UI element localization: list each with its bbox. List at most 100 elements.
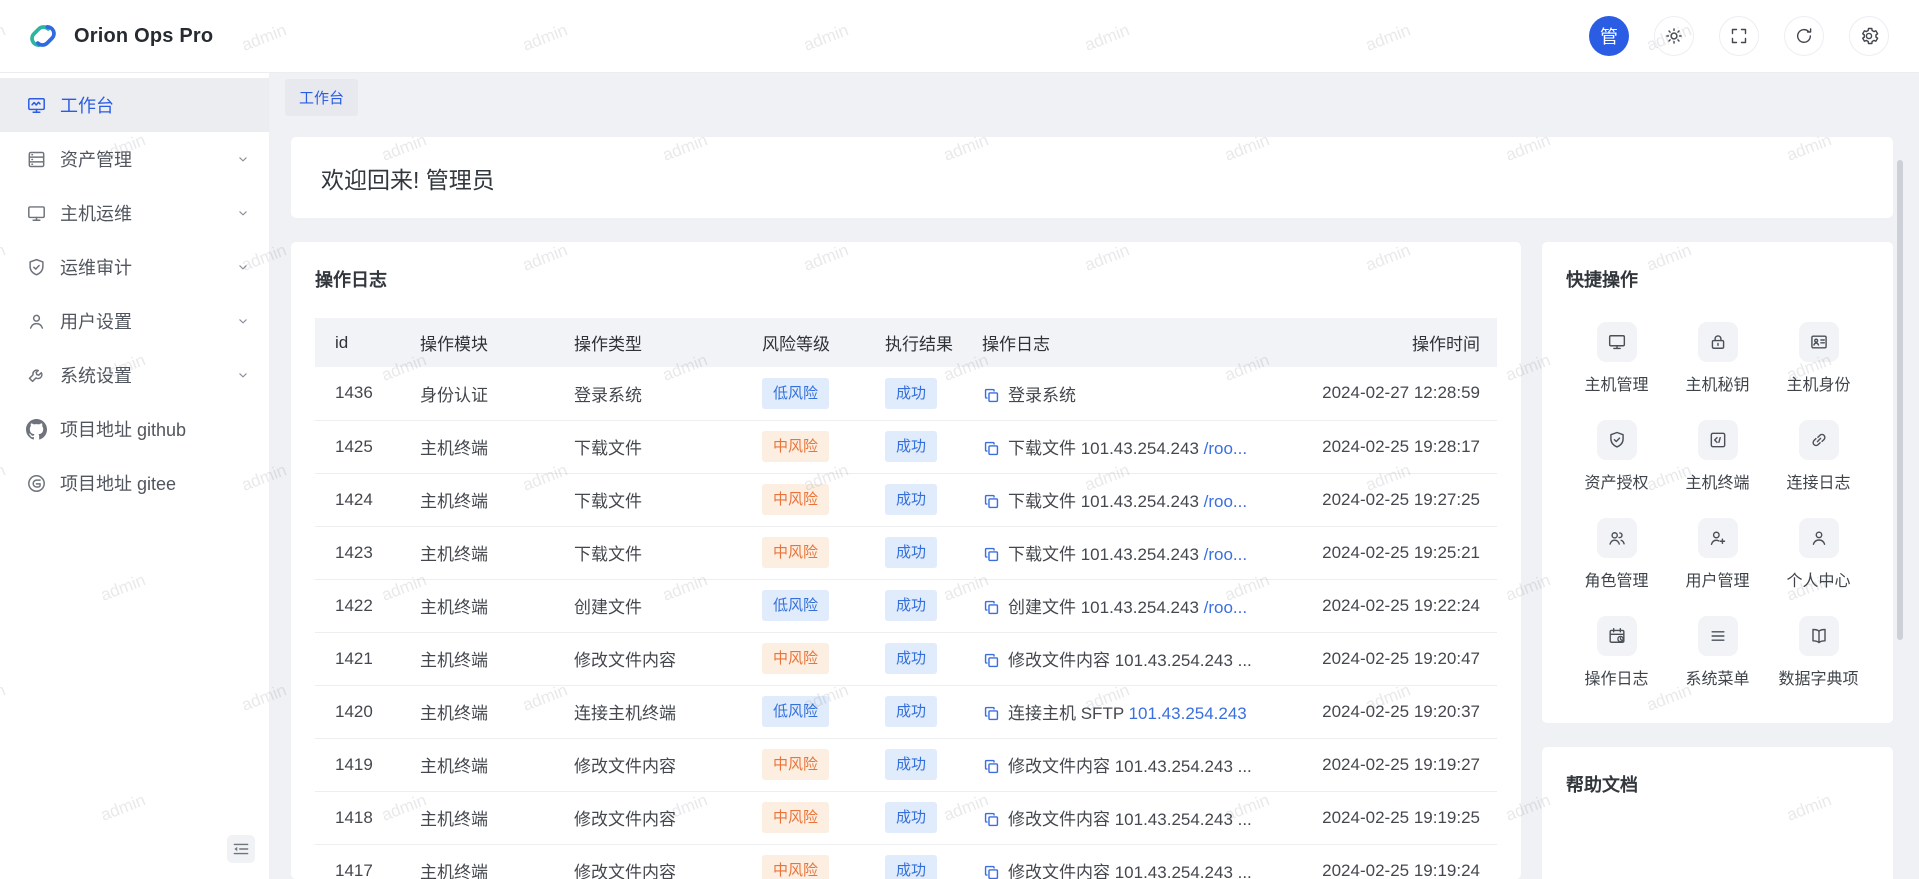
log-link[interactable]: 101.43.254.243 bbox=[1129, 704, 1247, 723]
quick-action-host-terminal[interactable]: 主机终端 bbox=[1667, 420, 1768, 493]
risk-badge: 低风险 bbox=[762, 590, 829, 621]
quick-action-operation-log[interactable]: 操作日志 bbox=[1566, 616, 1667, 689]
cell-module: 主机终端 bbox=[400, 579, 554, 632]
operation-log-title: 操作日志 bbox=[315, 266, 1497, 292]
quick-actions-title: 快捷操作 bbox=[1566, 266, 1869, 292]
cell-type: 下载文件 bbox=[554, 473, 742, 526]
log-text: 连接主机 SFTP bbox=[1008, 704, 1129, 723]
menu-lines-icon bbox=[1708, 626, 1728, 646]
result-badge: 成功 bbox=[885, 484, 937, 515]
cell-result: 成功 bbox=[865, 579, 962, 632]
quick-action-user-manage[interactable]: 用户管理 bbox=[1667, 518, 1768, 591]
sidebar-item-audit[interactable]: 运维审计 bbox=[0, 240, 269, 294]
terminal-icon bbox=[1708, 430, 1728, 450]
copy-icon[interactable] bbox=[982, 863, 1001, 879]
quick-action-profile-center[interactable]: 个人中心 bbox=[1768, 518, 1869, 591]
copy-icon[interactable] bbox=[982, 810, 1001, 829]
cell-type: 登录系统 bbox=[554, 367, 742, 420]
log-link[interactable]: /roo... bbox=[1204, 492, 1247, 511]
cell-risk: 中风险 bbox=[742, 738, 865, 791]
quick-action-host-manage[interactable]: 主机管理 bbox=[1566, 322, 1667, 395]
app-logo[interactable]: Orion Ops Pro bbox=[26, 19, 213, 53]
sidebar-item-gitee[interactable]: 项目地址 gitee bbox=[0, 456, 269, 510]
header-action-theme-toggle[interactable] bbox=[1654, 16, 1694, 56]
table-row: 1418 主机终端 修改文件内容 中风险 成功 修改文件内容 101.43.25… bbox=[315, 791, 1497, 844]
column-header: 执行结果 bbox=[865, 318, 962, 367]
help-docs-title: 帮助文档 bbox=[1566, 771, 1869, 797]
sidebar-item-assets[interactable]: 资产管理 bbox=[0, 132, 269, 186]
sidebar-item-workbench[interactable]: 工作台 bbox=[0, 78, 269, 132]
cell-log: 下载文件 101.43.254.243 /roo... bbox=[962, 420, 1302, 473]
copy-icon[interactable] bbox=[982, 704, 1001, 723]
cell-id: 1419 bbox=[315, 738, 400, 791]
header-action-settings[interactable] bbox=[1849, 16, 1889, 56]
result-badge: 成功 bbox=[885, 537, 937, 568]
log-text: 修改文件内容 101.43.254.243 ... bbox=[1008, 863, 1252, 879]
table-row: 1422 主机终端 创建文件 低风险 成功 创建文件 101.43.254.24… bbox=[315, 579, 1497, 632]
cell-time: 2024-02-25 19:27:25 bbox=[1302, 473, 1497, 526]
copy-icon[interactable] bbox=[982, 651, 1001, 670]
cell-result: 成功 bbox=[865, 526, 962, 579]
copy-icon[interactable] bbox=[982, 545, 1001, 564]
risk-badge: 中风险 bbox=[762, 643, 829, 674]
quick-action-asset-auth[interactable]: 资产授权 bbox=[1566, 420, 1667, 493]
quick-action-host-identity[interactable]: 主机身份 bbox=[1768, 322, 1869, 395]
cell-id: 1424 bbox=[315, 473, 400, 526]
column-header: id bbox=[315, 318, 400, 367]
table-row: 1417 主机终端 修改文件内容 中风险 成功 修改文件内容 101.43.25… bbox=[315, 844, 1497, 879]
breadcrumb[interactable]: 工作台 bbox=[285, 79, 358, 116]
column-header: 操作模块 bbox=[400, 318, 554, 367]
cell-risk: 中风险 bbox=[742, 526, 865, 579]
cell-module: 身份认证 bbox=[400, 367, 554, 420]
log-text: 修改文件内容 101.43.254.243 ... bbox=[1008, 651, 1252, 670]
sidebar-item-system-settings[interactable]: 系统设置 bbox=[0, 348, 269, 402]
sidebar-item-user-settings[interactable]: 用户设置 bbox=[0, 294, 269, 348]
header-action-fullscreen[interactable] bbox=[1719, 16, 1759, 56]
monitor-icon bbox=[26, 203, 47, 224]
quick-action-host-key[interactable]: 主机秘钥 bbox=[1667, 322, 1768, 395]
cell-result: 成功 bbox=[865, 420, 962, 473]
table-header-row: id操作模块操作类型风险等级执行结果操作日志操作时间 bbox=[315, 318, 1497, 367]
gitee-icon bbox=[26, 473, 47, 494]
log-link[interactable]: /roo... bbox=[1204, 598, 1247, 617]
sidebar-item-host-ops[interactable]: 主机运维 bbox=[0, 186, 269, 240]
copy-icon[interactable] bbox=[982, 757, 1001, 776]
cell-id: 1420 bbox=[315, 685, 400, 738]
copy-icon[interactable] bbox=[982, 598, 1001, 617]
quick-action-role-manage[interactable]: 角色管理 bbox=[1566, 518, 1667, 591]
header-actions: 管 bbox=[1589, 16, 1889, 56]
copy-icon[interactable] bbox=[982, 386, 1001, 405]
cell-result: 成功 bbox=[865, 738, 962, 791]
table-row: 1421 主机终端 修改文件内容 中风险 成功 修改文件内容 101.43.25… bbox=[315, 632, 1497, 685]
scrollbar-thumb[interactable] bbox=[1897, 160, 1903, 640]
user-avatar[interactable]: 管 bbox=[1589, 16, 1629, 56]
quick-action-connect-log[interactable]: 连接日志 bbox=[1768, 420, 1869, 493]
log-link[interactable]: /roo... bbox=[1204, 439, 1247, 458]
app-header: Orion Ops Pro 管 bbox=[0, 0, 1919, 73]
cell-risk: 低风险 bbox=[742, 579, 865, 632]
result-badge: 成功 bbox=[885, 855, 937, 879]
column-header: 操作类型 bbox=[554, 318, 742, 367]
cell-time: 2024-02-25 19:20:37 bbox=[1302, 685, 1497, 738]
sidebar-collapse-button[interactable] bbox=[227, 835, 255, 863]
quick-action-system-menu[interactable]: 系统菜单 bbox=[1667, 616, 1768, 689]
risk-badge: 中风险 bbox=[762, 802, 829, 833]
copy-icon[interactable] bbox=[982, 492, 1001, 511]
cell-module: 主机终端 bbox=[400, 473, 554, 526]
github-icon bbox=[26, 419, 47, 440]
sidebar: 工作台 资产管理 主机运维 运维审计 用户设置 系统设置 项目地址 github bbox=[0, 73, 270, 879]
risk-badge: 中风险 bbox=[762, 537, 829, 568]
cell-result: 成功 bbox=[865, 791, 962, 844]
column-header: 风险等级 bbox=[742, 318, 865, 367]
wrench-icon bbox=[26, 365, 47, 386]
quick-action-data-dict[interactable]: 数据字典项 bbox=[1768, 616, 1869, 689]
copy-icon[interactable] bbox=[982, 439, 1001, 458]
log-text: 创建文件 101.43.254.243 bbox=[1008, 598, 1204, 617]
header-action-refresh[interactable] bbox=[1784, 16, 1824, 56]
result-badge: 成功 bbox=[885, 431, 937, 462]
result-badge: 成功 bbox=[885, 749, 937, 780]
sidebar-item-github[interactable]: 项目地址 github bbox=[0, 402, 269, 456]
log-link[interactable]: /roo... bbox=[1204, 545, 1247, 564]
cell-type: 创建文件 bbox=[554, 579, 742, 632]
cell-type: 修改文件内容 bbox=[554, 632, 742, 685]
